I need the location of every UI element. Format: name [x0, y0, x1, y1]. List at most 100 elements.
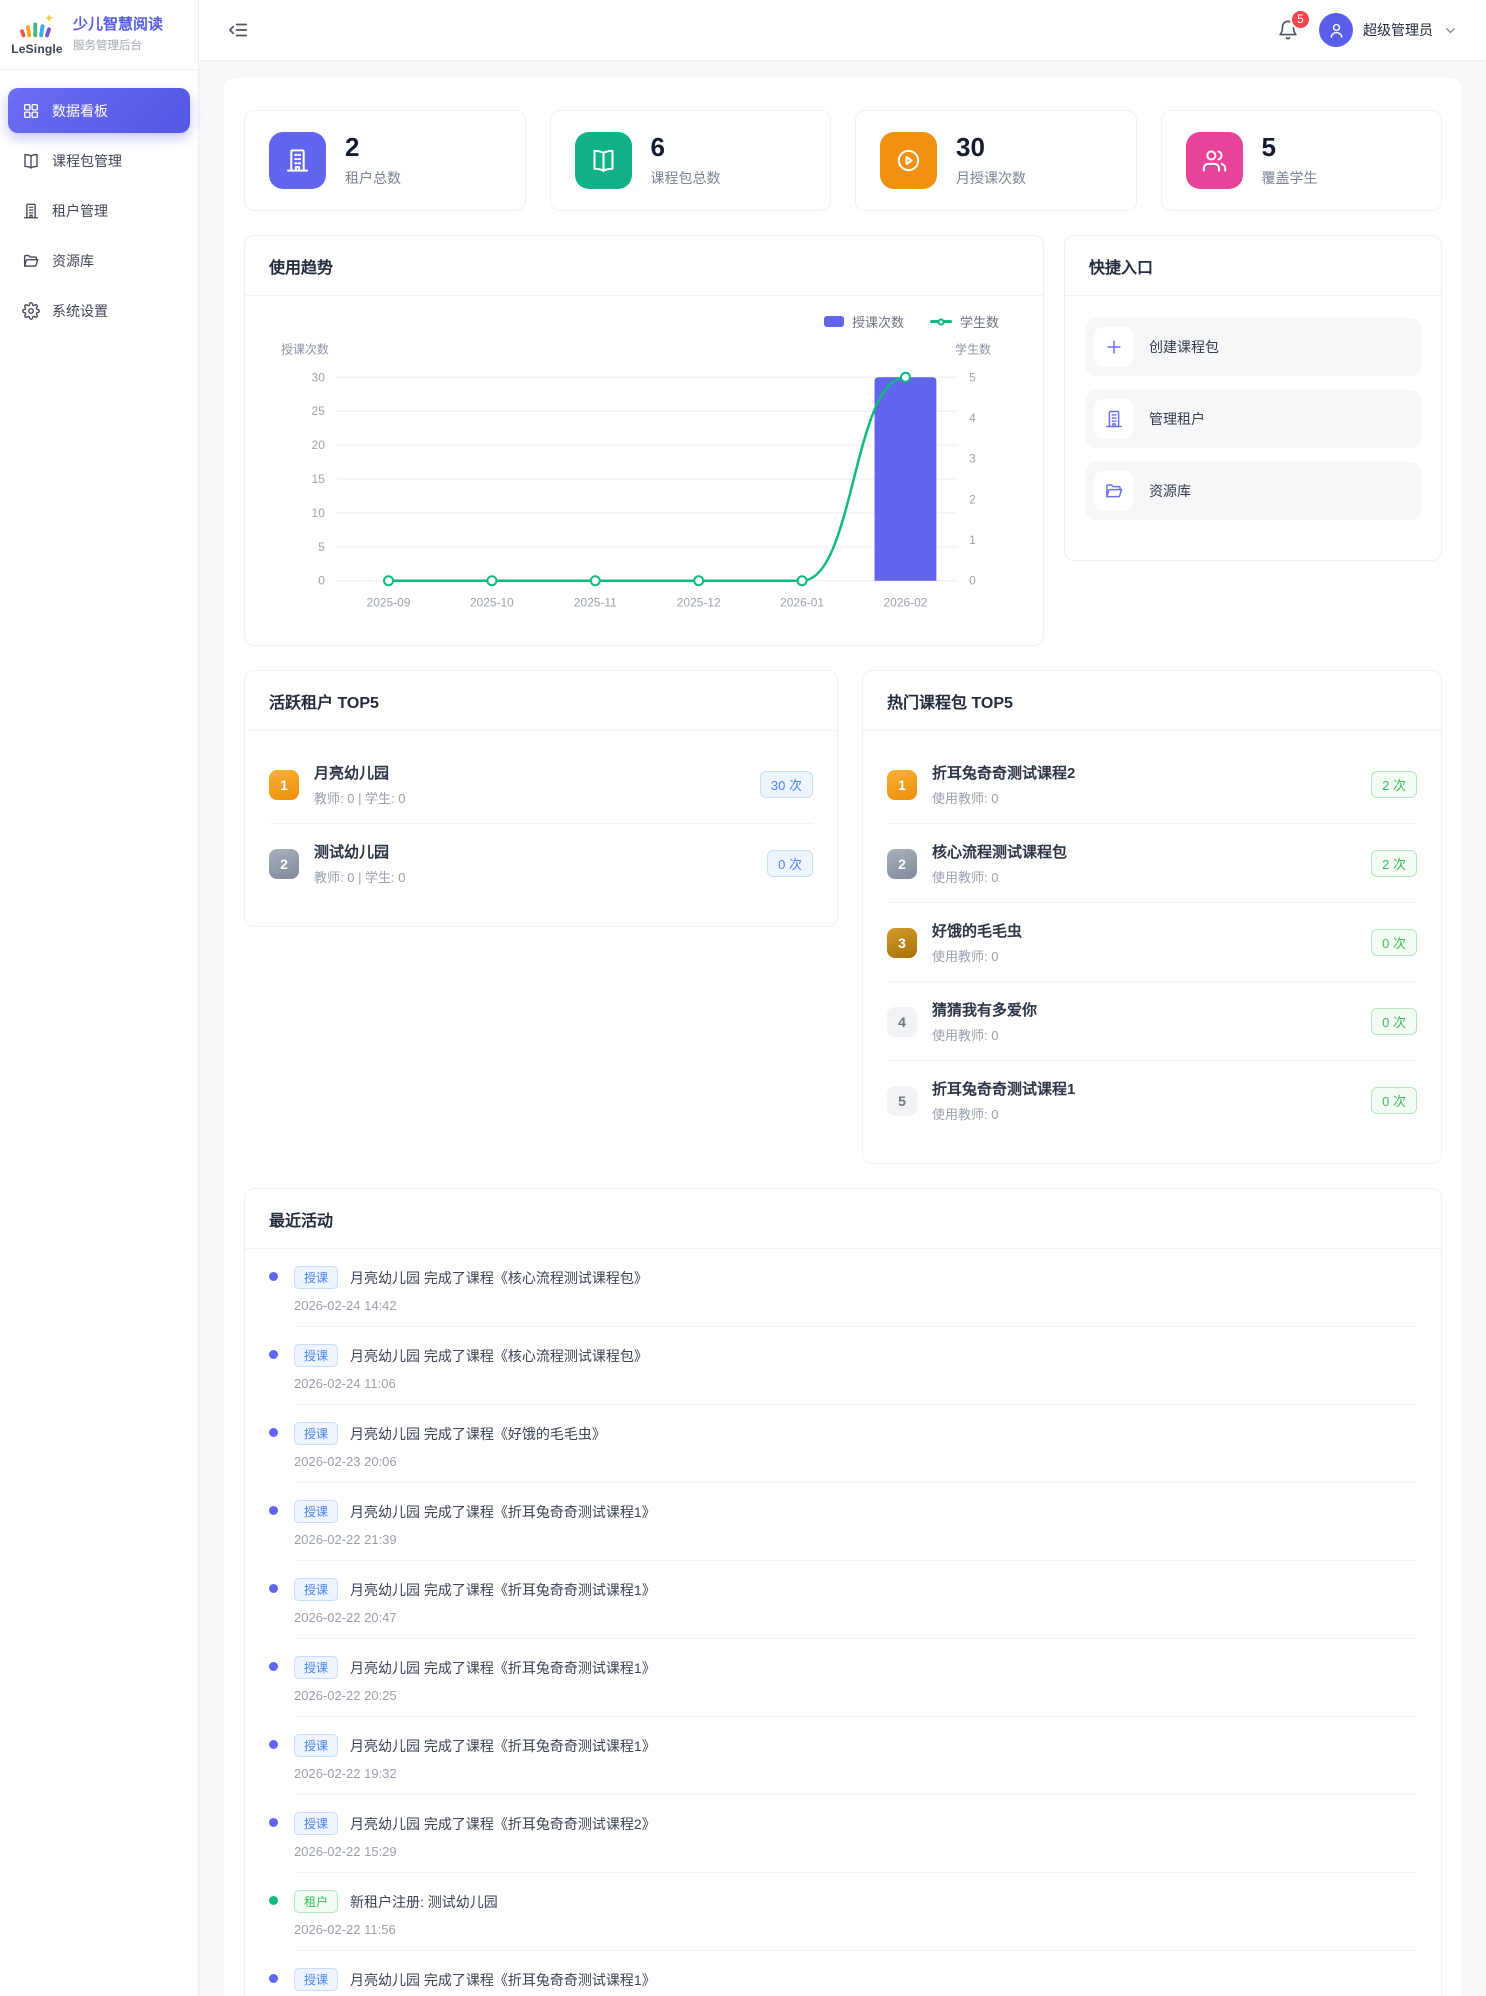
sidebar-item[interactable]: 系统设置	[8, 288, 190, 333]
activity-type-badge: 授课	[294, 1734, 338, 1757]
notifications-button[interactable]: 5	[1277, 19, 1299, 41]
card-title: 快捷入口	[1065, 236, 1441, 296]
card-title: 最近活动	[245, 1189, 1441, 1249]
quick-entry-label: 管理租户	[1149, 409, 1205, 429]
list-item: 1 月亮幼儿园 教师: 0 | 学生: 0 30 次	[269, 745, 813, 824]
app-subtitle: 服务管理后台	[73, 37, 163, 53]
list-item: 1 折耳兔奇奇测试课程2 使用教师: 0 2 次	[887, 745, 1417, 824]
rank-badge: 3	[887, 928, 917, 958]
stat-value: 30	[956, 133, 1026, 163]
rank-badge: 4	[887, 1007, 917, 1037]
chevron-down-icon	[1443, 23, 1458, 38]
activity-text: 月亮幼儿园 完成了课程《核心流程测试课程包》	[350, 1346, 648, 1366]
top5-row: 活跃租户 TOP5 1 月亮幼儿园 教师: 0 | 学生: 0 30 次	[244, 670, 1442, 1164]
quick-entry-label: 资源库	[1149, 481, 1191, 501]
tenant-rank-list: 1 月亮幼儿园 教师: 0 | 学生: 0 30 次 2	[245, 731, 837, 926]
collapse-sidebar-icon[interactable]	[227, 19, 249, 41]
activity-type-badge: 授课	[294, 1422, 338, 1445]
brand: LeSingle 少儿智慧阅读 服务管理后台	[0, 0, 198, 70]
activity-dot	[269, 1896, 278, 1905]
list-item: 授课 月亮幼儿园 完成了课程《核心流程测试课程包》 2026-02-24 11:…	[269, 1327, 1417, 1405]
activity-type-badge: 授课	[294, 1500, 338, 1523]
package-sub: 使用教师: 0	[932, 867, 1356, 886]
content: 2 租户总数 6 课程包总数	[199, 61, 1486, 1996]
activity-text: 月亮幼儿园 完成了课程《折耳兔奇奇测试课程1》	[350, 1658, 656, 1678]
logo-wordmark: LeSingle	[11, 42, 63, 56]
folder-icon	[1104, 481, 1124, 501]
activity-dot	[269, 1584, 278, 1593]
activity-timestamp: 2026-02-22 20:47	[294, 1610, 1417, 1625]
activity-text: 月亮幼儿园 完成了课程《折耳兔奇奇测试课程1》	[350, 1580, 656, 1600]
activity-text: 月亮幼儿园 完成了课程《折耳兔奇奇测试课程1》	[350, 1502, 656, 1522]
activity-timestamp: 2026-02-23 20:06	[294, 1454, 1417, 1469]
sidebar-item[interactable]: 课程包管理	[8, 138, 190, 183]
svg-text:5: 5	[318, 540, 325, 554]
activity-type-badge: 授课	[294, 1578, 338, 1601]
sidebar-item-label: 数据看板	[52, 101, 108, 121]
usage-trend-chart: 302520151050543210授课次数学生数2025-092025-102…	[269, 337, 1019, 627]
list-item: 授课 月亮幼儿园 完成了课程《折耳兔奇奇测试课程2》 2026-02-22 15…	[269, 1795, 1417, 1873]
user-menu[interactable]: 超级管理员	[1319, 13, 1458, 47]
svg-text:0: 0	[969, 574, 976, 588]
stat-label: 课程包总数	[651, 168, 721, 188]
stat-card: 30 月授课次数	[855, 110, 1137, 211]
activity-text: 月亮幼儿园 完成了课程《折耳兔奇奇测试课程2》	[350, 1814, 656, 1834]
activity-text: 月亮幼儿园 完成了课程《折耳兔奇奇测试课程1》	[350, 1970, 656, 1990]
chart-body: 授课次数 学生数 302520151050543210授课次数学生数2025-0…	[245, 312, 1043, 645]
stat-value: 5	[1262, 133, 1318, 163]
package-sub: 使用教师: 0	[932, 1025, 1356, 1044]
bar-legend-swatch	[824, 316, 844, 327]
activity-timestamp: 2026-02-24 11:06	[294, 1376, 1417, 1391]
app-title: 少儿智慧阅读	[73, 16, 163, 33]
stat-card: 6 课程包总数	[550, 110, 832, 211]
svg-text:0: 0	[318, 574, 325, 588]
quick-entry-item[interactable]: 资源库	[1085, 462, 1421, 520]
quick-entry-item[interactable]: 创建课程包	[1085, 318, 1421, 376]
legend-item-line[interactable]: 学生数	[930, 312, 999, 331]
sidebar-item[interactable]: 数据看板	[8, 88, 190, 133]
activity-type-badge: 授课	[294, 1968, 338, 1991]
legend-item-bar[interactable]: 授课次数	[824, 312, 904, 331]
package-sub: 使用教师: 0	[932, 1104, 1356, 1123]
user-icon	[1327, 21, 1346, 40]
tenant-name: 测试幼儿园	[314, 841, 752, 862]
sidebar-menu: 数据看板 课程包管理 租户管理 资源库 系统设置	[0, 70, 198, 351]
building-icon	[22, 202, 40, 220]
sidebar-item[interactable]: 租户管理	[8, 188, 190, 233]
activity-type-badge: 授课	[294, 1812, 338, 1835]
svg-text:2: 2	[969, 492, 976, 506]
recent-activities-card: 最近活动 授课 月亮幼儿园 完成了课程《核心流程测试课程包》 2026-02-2…	[244, 1188, 1442, 1996]
svg-text:授课次数: 授课次数	[281, 341, 329, 356]
usage-count-badge: 0 次	[1371, 1008, 1417, 1035]
activity-dot	[269, 1428, 278, 1437]
logo-icon	[18, 13, 56, 41]
card-title: 活跃租户 TOP5	[245, 671, 837, 731]
book-icon	[22, 152, 40, 170]
activity-type-badge: 授课	[294, 1344, 338, 1367]
package-rank-list: 1 折耳兔奇奇测试课程2 使用教师: 0 2 次 2	[863, 731, 1441, 1163]
activity-dot	[269, 1662, 278, 1671]
list-item: 2 核心流程测试课程包 使用教师: 0 2 次	[887, 824, 1417, 903]
stat-value: 6	[651, 133, 721, 163]
rank-badge: 1	[887, 770, 917, 800]
quick-entry-item[interactable]: 管理租户	[1085, 390, 1421, 448]
svg-text:5: 5	[969, 370, 976, 384]
svg-text:2025-09: 2025-09	[367, 596, 411, 610]
building-icon	[284, 147, 311, 174]
sidebar-item[interactable]: 资源库	[8, 238, 190, 283]
play-circle-icon	[895, 147, 922, 174]
activity-timestamp: 2026-02-24 14:42	[294, 1298, 1417, 1313]
topbar: 5 超级管理员	[199, 0, 1486, 61]
package-name: 核心流程测试课程包	[932, 841, 1356, 862]
activity-timestamp: 2026-02-22 20:25	[294, 1688, 1417, 1703]
list-item: 4 猜猜我有多爱你 使用教师: 0 0 次	[887, 982, 1417, 1061]
svg-text:25: 25	[312, 404, 326, 418]
list-item: 授课 月亮幼儿园 完成了课程《折耳兔奇奇测试课程1》 2026-02-22 20…	[269, 1561, 1417, 1639]
activity-dot	[269, 1974, 278, 1983]
quick-entry-label: 创建课程包	[1149, 337, 1219, 357]
activity-text: 新租户注册: 测试幼儿园	[350, 1892, 498, 1912]
activity-text: 月亮幼儿园 完成了课程《折耳兔奇奇测试课程1》	[350, 1736, 656, 1756]
card-title: 使用趋势	[245, 236, 1043, 296]
sidebar-item-label: 课程包管理	[52, 151, 122, 171]
package-name: 折耳兔奇奇测试课程2	[932, 762, 1356, 783]
